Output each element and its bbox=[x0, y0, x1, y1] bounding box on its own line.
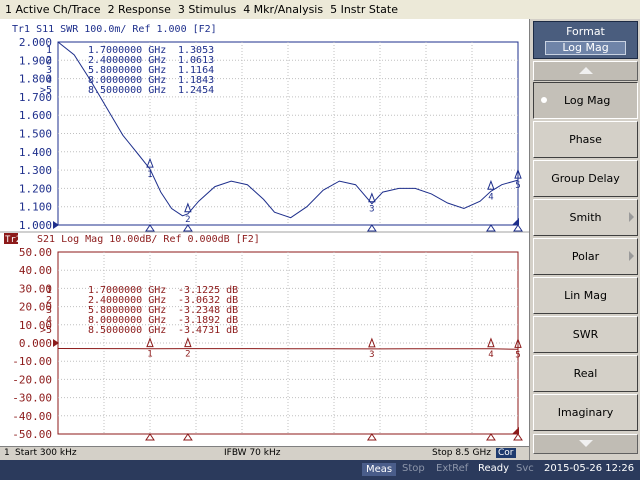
chart-canvas: 2.0001.9001.8001.7001.6001.5001.4001.300… bbox=[0, 24, 529, 441]
trace1-header[interactable]: Tr1 S11 SWR 100.0m/ Ref 1.000 [F2] bbox=[12, 24, 217, 35]
stop-frequency[interactable]: Stop 8.5 GHz bbox=[432, 448, 491, 458]
marker-axis-triangle bbox=[366, 224, 377, 232]
y-tick-label: 40.00 bbox=[19, 264, 52, 277]
marker-id: >5 bbox=[40, 325, 52, 336]
start-frequency[interactable]: Start 300 kHz bbox=[15, 448, 77, 458]
softkey-label: Polar bbox=[571, 250, 600, 263]
menu-response[interactable]: 2 Response bbox=[108, 3, 171, 16]
marker-axis-triangle bbox=[486, 433, 496, 441]
softkey-group-delay[interactable]: Group Delay bbox=[533, 160, 638, 197]
channel-number: 1 bbox=[4, 448, 10, 458]
marker-axis-triangle bbox=[182, 224, 193, 232]
marker-axis-triangle bbox=[486, 224, 496, 232]
status-meas: Meas bbox=[362, 463, 397, 476]
y-tick-label: -50.00 bbox=[12, 428, 52, 441]
marker-number: 5 bbox=[515, 350, 520, 360]
y-tick-label: 1.300 bbox=[19, 164, 52, 177]
y-tick-label: -30.00 bbox=[12, 392, 52, 405]
y-tick-label: 1.200 bbox=[19, 182, 52, 195]
softkey-real[interactable]: Real bbox=[533, 355, 638, 392]
channel-status-bar: 1 Start 300 kHz IFBW 70 kHz Stop 8.5 GHz… bbox=[0, 446, 529, 460]
scroll-up-icon bbox=[579, 67, 593, 74]
marker-axis-triangle bbox=[513, 433, 523, 441]
y-tick-label: -40.00 bbox=[12, 410, 52, 423]
softkey-label: Phase bbox=[569, 133, 602, 146]
softkey-label: Group Delay bbox=[551, 172, 620, 185]
submenu-arrow-icon bbox=[629, 251, 634, 261]
marker-number: 3 bbox=[369, 350, 374, 360]
status-stop: Stop bbox=[402, 463, 425, 474]
softkey-title-label: Format bbox=[566, 25, 605, 38]
marker-id: >5 bbox=[40, 85, 52, 96]
y-tick-label: -20.00 bbox=[12, 373, 52, 386]
trace2-y-axis: 50.0040.0030.0020.0010.000.000-10.00-20.… bbox=[12, 246, 52, 441]
y-tick-label: 1.100 bbox=[19, 201, 52, 214]
menu-mkr-analysis[interactable]: 4 Mkr/Analysis bbox=[243, 3, 323, 16]
softkey-imaginary[interactable]: Imaginary bbox=[533, 394, 638, 431]
y-tick-label: 1.500 bbox=[19, 128, 52, 141]
marker-value: 1.2454 bbox=[178, 85, 214, 96]
correction-badge: Cor bbox=[496, 448, 516, 458]
marker-number: 2 bbox=[185, 215, 190, 225]
menu-stimulus[interactable]: 3 Stimulus bbox=[178, 3, 236, 16]
status-svc: Svc bbox=[516, 463, 534, 474]
trace2-badge[interactable]: Tr2 bbox=[5, 235, 21, 245]
marker-axis-triangle bbox=[145, 224, 155, 232]
softkey-scroll-up[interactable] bbox=[533, 61, 638, 81]
menu-bar: 1 Active Ch/Trace 2 Response 3 Stimulus … bbox=[0, 0, 640, 20]
marker-number: 4 bbox=[488, 192, 493, 202]
marker-number: 3 bbox=[369, 205, 374, 215]
softkey-swr[interactable]: SWR bbox=[533, 316, 638, 353]
marker-frequency: 8.5000000 GHz bbox=[88, 325, 166, 336]
marker-axis-triangle bbox=[366, 433, 377, 441]
y-tick-label: 50.00 bbox=[19, 246, 52, 259]
scroll-down-icon bbox=[579, 440, 593, 447]
softkey-phase[interactable]: Phase bbox=[533, 121, 638, 158]
softkey-label: Lin Mag bbox=[564, 289, 607, 302]
marker-number: 1 bbox=[147, 350, 152, 360]
marker-number: 2 bbox=[185, 350, 190, 360]
softkey-current-format: Log Mag bbox=[545, 41, 626, 55]
y-tick-label: 1.400 bbox=[19, 146, 52, 159]
selected-indicator-icon bbox=[541, 97, 547, 103]
marker-value: -3.4731 dB bbox=[178, 325, 238, 336]
y-tick-label: 0.000 bbox=[19, 337, 52, 350]
marker-axis-triangle bbox=[182, 433, 193, 441]
marker-axis-triangle bbox=[145, 433, 155, 441]
softkey-label: Real bbox=[573, 367, 598, 380]
trace2-header[interactable]: S21 Log Mag 10.00dB/ Ref 0.000dB [F2] bbox=[37, 234, 260, 245]
if-bandwidth[interactable]: IFBW 70 kHz bbox=[224, 448, 280, 458]
y-tick-label: 1.000 bbox=[19, 219, 52, 232]
menu-active-ch-trace[interactable]: 1 Active Ch/Trace bbox=[5, 3, 101, 16]
softkey-panel: Format Log Mag Log Mag Phase Group Delay… bbox=[529, 19, 640, 460]
instrument-status-bar: Meas Stop ExtRef Ready Svc 2015-05-26 12… bbox=[0, 460, 640, 480]
status-extref: ExtRef bbox=[436, 463, 469, 474]
softkey-log-mag[interactable]: Log Mag bbox=[533, 82, 638, 119]
softkey-title[interactable]: Format Log Mag bbox=[533, 21, 638, 59]
marker-number: 1 bbox=[147, 170, 152, 180]
menu-instr-state[interactable]: 5 Instr State bbox=[330, 3, 398, 16]
softkey-label: Imaginary bbox=[557, 406, 614, 419]
marker-axis-triangle bbox=[513, 224, 523, 232]
softkey-label: Smith bbox=[569, 211, 602, 224]
y-tick-label: 1.600 bbox=[19, 109, 52, 122]
y-tick-label: -10.00 bbox=[12, 355, 52, 368]
marker-frequency: 8.5000000 GHz bbox=[88, 85, 166, 96]
status-ready: Ready bbox=[478, 463, 510, 474]
marker-number: 4 bbox=[488, 350, 493, 360]
softkey-polar[interactable]: Polar bbox=[533, 238, 638, 275]
marker-number: 5 bbox=[515, 181, 520, 191]
status-datetime: 2015-05-26 12:26 bbox=[544, 463, 635, 474]
submenu-arrow-icon bbox=[629, 212, 634, 222]
softkey-label: Log Mag bbox=[564, 94, 611, 107]
softkey-scroll-down[interactable] bbox=[533, 434, 638, 454]
measurement-display[interactable]: 2.000 1.900 1.800 1.700 1.600 1.500 1.400 1.300… bbox=[0, 19, 529, 446]
softkey-smith[interactable]: Smith bbox=[533, 199, 638, 236]
softkey-lin-mag[interactable]: Lin Mag bbox=[533, 277, 638, 314]
softkey-label: SWR bbox=[572, 328, 599, 341]
